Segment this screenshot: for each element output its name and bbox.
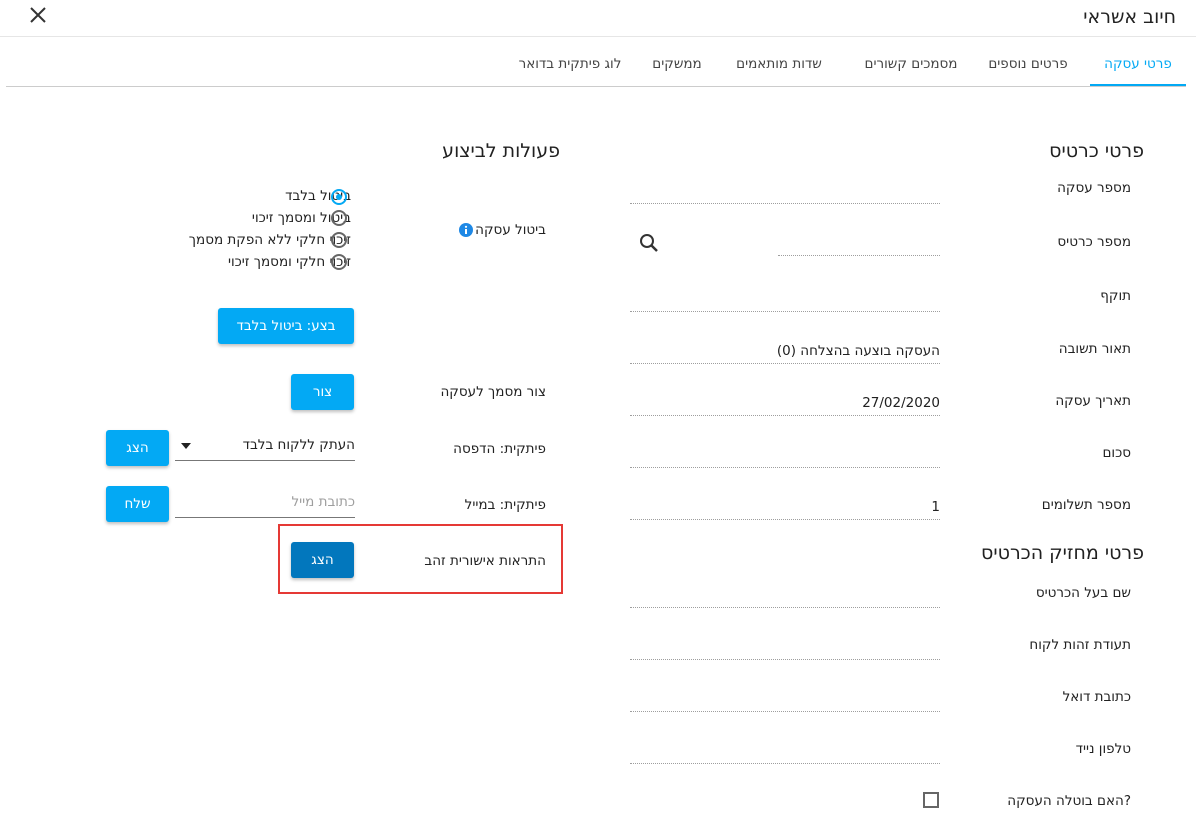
amount-label: סכום [1102,445,1131,461]
radio-button[interactable] [331,232,347,248]
transaction-cancelled-checkbox[interactable] [923,792,939,808]
execute-cancel-button[interactable]: בצע: ביטול בלבד [218,308,354,344]
print-receipt-label: פיתקית: הדפסה [453,441,546,457]
tab-interfaces[interactable]: ממשקים [642,50,712,84]
transaction-date-field[interactable]: 27/02/2020 [630,392,940,416]
info-icon[interactable] [459,222,473,237]
radio-button[interactable] [331,254,347,270]
radio-option-partial-credit-no-doc[interactable]: זיכוי חלקי ללא הפקת מסמך [189,232,351,254]
tab-custom-fields[interactable]: שדות מותאמים [724,50,834,84]
expiry-label: תוקף [1100,288,1131,304]
transaction-date-label: תאריך עסקה [1055,393,1131,409]
response-description-field[interactable]: העסקה בוצעה בהצלחה (0) [630,340,940,364]
cardholder-name-field[interactable] [630,584,940,608]
customer-id-label: תעודת זהות לקוח [1029,637,1131,653]
tab-bar: פרטי עסקה פרטים נוספים מסמכים קשורים שדו… [6,50,1186,87]
mobile-phone-label: טלפון נייד [1075,741,1131,757]
search-icon[interactable] [638,232,660,254]
create-document-button[interactable]: צור [291,374,354,410]
holder-details-title: פרטי מחזיק הכרטיס [981,542,1144,564]
installments-field[interactable]: 1 [630,496,940,520]
amount-field[interactable] [630,444,940,468]
close-icon[interactable] [27,4,49,26]
email-address-field[interactable] [630,688,940,712]
gold-approval-alerts-label: התראות אישורית זהב [424,553,546,569]
transaction-cancelled-label: האם בוטלה העסקה? [1007,793,1131,809]
print-show-button[interactable]: הצג [106,430,169,466]
email-address-input[interactable]: כתובת מייל [175,490,355,518]
mobile-phone-field[interactable] [630,740,940,764]
tab-additional-details[interactable]: פרטים נוספים [980,50,1076,84]
header-divider [0,36,1196,37]
radio-button[interactable] [331,210,347,226]
radio-option-label: זיכוי חלקי ללא הפקת מסמך [188,232,351,248]
cardholder-name-label: שם בעל הכרטיס [1035,585,1131,601]
radio-button[interactable] [331,189,347,205]
chevron-down-icon [181,443,191,449]
transaction-number-field[interactable] [630,180,940,204]
tab-transaction-details[interactable]: פרטי עסקה [1090,50,1186,86]
card-number-label: מספר כרטיס [1057,234,1131,250]
transaction-number-label: מספר עסקה [1057,180,1131,196]
card-details-title: פרטי כרטיס [1049,140,1144,162]
response-description-label: תאור תשובה [1058,341,1131,357]
installments-label: מספר תשלומים [1041,497,1131,513]
email-receipt-label: פיתקית: במייל [464,497,546,513]
create-document-label: צור מסמך לעסקה [440,384,546,400]
gold-approval-show-button[interactable]: הצג [291,542,354,578]
print-copy-select[interactable]: העתק ללקוח בלבד [175,434,355,461]
card-number-field[interactable] [778,232,940,256]
cancel-transaction-label: ביטול עסקה [475,222,546,238]
email-address-label: כתובת דואל [1062,689,1131,705]
email-placeholder: כתובת מייל [291,494,355,510]
actions-title: פעולות לביצוע [442,140,560,162]
send-email-button[interactable]: שלח [106,486,169,522]
print-copy-select-value: העתק ללקוח בלבד [242,437,355,453]
expiry-field[interactable] [630,288,940,312]
tab-related-documents[interactable]: מסמכים קשורים [856,50,966,84]
dialog-title: חיוב אשראי [1083,6,1176,28]
customer-id-field[interactable] [630,636,940,660]
tab-mail-receipt-log[interactable]: לוג פיתקית בדואר [510,50,630,84]
